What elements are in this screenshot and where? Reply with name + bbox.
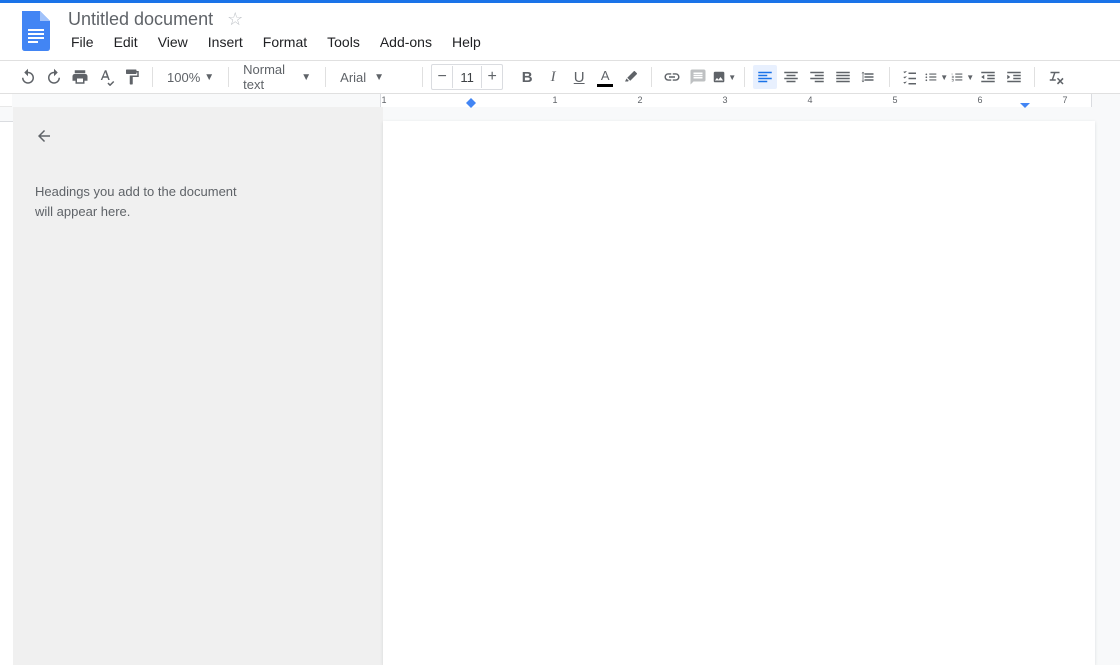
- indent-increase-button[interactable]: [1002, 65, 1026, 89]
- toolbar-separator: [1034, 67, 1035, 87]
- zoom-value: 100%: [167, 70, 200, 85]
- header: Untitled document ☆ File Edit View Inser…: [0, 3, 1120, 60]
- menu-view[interactable]: View: [155, 32, 191, 52]
- menu-bar: File Edit View Insert Format Tools Add-o…: [68, 32, 484, 52]
- docs-logo[interactable]: [16, 9, 52, 53]
- font-value: Arial: [340, 70, 366, 85]
- ruler-number: 4: [807, 95, 812, 105]
- number-list-button[interactable]: ▼: [950, 65, 974, 89]
- image-button[interactable]: ▼: [712, 65, 736, 89]
- font-size-input[interactable]: [452, 66, 482, 88]
- star-icon[interactable]: ☆: [227, 9, 243, 30]
- ruler-number: 2: [637, 95, 642, 105]
- ruler-number: 1: [552, 95, 557, 105]
- outline-close-button[interactable]: [35, 127, 361, 150]
- align-right-button[interactable]: [805, 65, 829, 89]
- ruler-number: 6: [977, 95, 982, 105]
- print-button[interactable]: [68, 65, 92, 89]
- chevron-down-icon: ▼: [204, 72, 214, 83]
- toolbar-separator: [152, 67, 153, 87]
- toolbar-separator: [889, 67, 890, 87]
- link-button[interactable]: [660, 65, 684, 89]
- italic-button[interactable]: I: [541, 65, 565, 89]
- menu-tools[interactable]: Tools: [324, 32, 363, 52]
- main-area: Headings you add to the document will ap…: [0, 107, 1120, 665]
- document-page[interactable]: [383, 121, 1095, 665]
- chevron-down-icon: ▼: [728, 73, 736, 82]
- spellcheck-button[interactable]: [94, 65, 118, 89]
- align-left-button[interactable]: [753, 65, 777, 89]
- vertical-ruler[interactable]: [0, 107, 13, 665]
- ruler-number: 5: [892, 95, 897, 105]
- toolbar-separator: [651, 67, 652, 87]
- menu-file[interactable]: File: [68, 32, 97, 52]
- font-dropdown[interactable]: Arial ▼: [334, 65, 414, 89]
- right-indent-marker[interactable]: [1020, 95, 1030, 113]
- toolbar-separator: [422, 67, 423, 87]
- redo-button[interactable]: [42, 65, 66, 89]
- toolbar-separator: [744, 67, 745, 87]
- left-indent-marker[interactable]: [466, 95, 476, 113]
- chevron-down-icon: ▼: [940, 73, 948, 82]
- doc-title[interactable]: Untitled document: [68, 9, 213, 30]
- indent-decrease-button[interactable]: [976, 65, 1000, 89]
- chevron-down-icon: ▼: [966, 73, 974, 82]
- font-size-group: − +: [431, 64, 503, 90]
- line-spacing-button[interactable]: [857, 65, 881, 89]
- outline-panel: Headings you add to the document will ap…: [13, 107, 383, 665]
- checklist-button[interactable]: [898, 65, 922, 89]
- ruler-number: 1: [381, 95, 386, 105]
- ruler-number: 3: [722, 95, 727, 105]
- style-dropdown[interactable]: Normal text ▼: [237, 65, 317, 89]
- horizontal-ruler[interactable]: 1 1 2 3 4 5 6 7: [0, 94, 1120, 107]
- menu-format[interactable]: Format: [260, 32, 310, 52]
- comment-button[interactable]: [686, 65, 710, 89]
- ruler-number: 7: [1062, 95, 1067, 105]
- highlight-button[interactable]: [619, 65, 643, 89]
- toolbar-separator: [325, 67, 326, 87]
- underline-button[interactable]: U: [567, 65, 591, 89]
- toolbar-separator: [228, 67, 229, 87]
- menu-edit[interactable]: Edit: [111, 32, 141, 52]
- text-color-button[interactable]: A: [593, 65, 617, 89]
- page-container: [383, 107, 1120, 665]
- chevron-down-icon: ▼: [374, 72, 384, 83]
- chevron-down-icon: ▼: [301, 72, 311, 83]
- font-size-decrease-button[interactable]: −: [432, 65, 452, 89]
- align-justify-button[interactable]: [831, 65, 855, 89]
- paint-format-button[interactable]: [120, 65, 144, 89]
- menu-addons[interactable]: Add-ons: [377, 32, 435, 52]
- bold-button[interactable]: B: [515, 65, 539, 89]
- menu-insert[interactable]: Insert: [205, 32, 246, 52]
- bullet-list-button[interactable]: ▼: [924, 65, 948, 89]
- menu-help[interactable]: Help: [449, 32, 484, 52]
- style-value: Normal text: [243, 62, 293, 92]
- outline-placeholder-text: Headings you add to the document will ap…: [35, 182, 245, 221]
- undo-button[interactable]: [16, 65, 40, 89]
- font-size-increase-button[interactable]: +: [482, 65, 502, 89]
- align-center-button[interactable]: [779, 65, 803, 89]
- toolbar: 100%▼ Normal text▼ Arial▼ − + B I U A ▼ …: [0, 60, 1120, 94]
- zoom-dropdown[interactable]: 100% ▼: [161, 65, 220, 89]
- clear-format-button[interactable]: [1043, 65, 1067, 89]
